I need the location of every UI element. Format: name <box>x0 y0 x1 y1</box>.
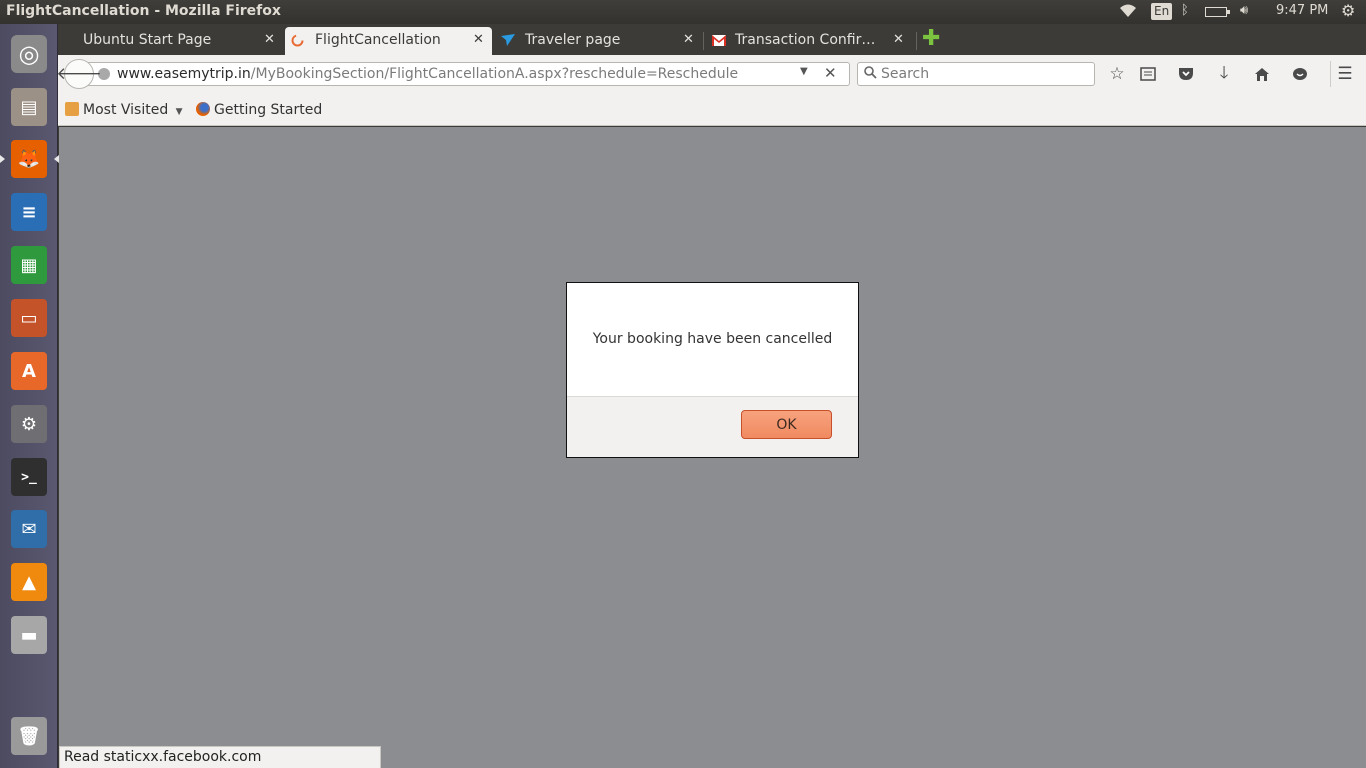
volume-icon[interactable]: 🔊︎ <box>1240 3 1248 18</box>
bluetooth-icon[interactable]: ᛒ <box>1181 3 1189 18</box>
launcher-dash-home-button[interactable]: ◎ <box>5 30 53 78</box>
search-icon <box>864 66 877 83</box>
search-input[interactable] <box>881 64 1086 84</box>
thunderbird-icon: ✉ <box>11 510 47 548</box>
launcher: ◎ ▤ 🦊 ≡ ▦ ▭ A ⚙ >_ ✉ ▲ ▬ 🗑 <box>0 24 59 768</box>
window-title: FlightCancellation - Mozilla Firefox <box>6 3 281 19</box>
firefox-icon <box>196 102 210 116</box>
url-history-dropdown-icon[interactable]: ▼ <box>800 66 808 77</box>
top-panel: FlightCancellation - Mozilla Firefox En … <box>0 0 1366 24</box>
ok-button[interactable]: OK <box>741 410 832 439</box>
tab-separator <box>703 32 704 50</box>
alert-dialog: Your booking have been cancelled OK <box>566 282 859 458</box>
close-icon[interactable]: ✕ <box>264 32 275 47</box>
terminal-icon: >_ <box>11 458 47 496</box>
tab-separator <box>916 32 917 50</box>
home-icon[interactable] <box>1252 64 1272 84</box>
hello-chat-icon[interactable] <box>1290 64 1310 84</box>
settings-gear-icon[interactable]: ⚙ <box>1341 1 1355 20</box>
menu-hamburger-icon[interactable]: ☰ <box>1335 64 1355 84</box>
launcher-vlc-button[interactable]: ▲ <box>5 558 53 606</box>
launcher-libreoffice-writer-button[interactable]: ≡ <box>5 188 53 236</box>
close-icon[interactable]: ✕ <box>473 32 484 47</box>
keyboard-layout-indicator[interactable]: En <box>1151 3 1173 20</box>
url-bar[interactable]: www.easemytrip.in/MyBookingSection/Fligh… <box>88 62 850 86</box>
launcher-firefox-button[interactable]: 🦊 <box>0 135 59 183</box>
dialog-footer: OK <box>567 396 858 457</box>
bookmark-label: Getting Started <box>214 102 323 118</box>
downloads-icon[interactable]: 🡓 <box>1214 63 1234 84</box>
launcher-files-button[interactable]: ▤ <box>5 83 53 131</box>
bookmark-getting-started[interactable]: Getting Started <box>196 102 322 118</box>
bookmark-most-visited[interactable]: Most Visited ▼ <box>65 102 183 118</box>
software-center-icon: A <box>11 352 47 390</box>
search-bar[interactable] <box>857 62 1095 86</box>
launcher-trash-button[interactable]: 🗑 <box>5 712 53 760</box>
libreoffice-impress-icon: ▭ <box>11 299 47 337</box>
tab-label: FlightCancellation <box>315 32 441 48</box>
firefox-icon: 🦊 <box>11 140 47 178</box>
reading-list-icon[interactable] <box>1138 64 1158 84</box>
new-tab-plus-icon[interactable]: ✚ <box>922 28 940 50</box>
dialog-message: Your booking have been cancelled <box>592 331 833 347</box>
stop-icon[interactable]: ✕ <box>824 64 837 82</box>
tab-flightcancellation[interactable]: FlightCancellation ✕ <box>285 27 492 55</box>
back-button[interactable]: 🡐 <box>56 59 102 89</box>
navigation-bar: www.easemytrip.in/MyBookingSection/Fligh… <box>56 55 1366 93</box>
bookmarks-toolbar: Most Visited ▼ Getting Started <box>58 93 1366 126</box>
libreoffice-calc-icon: ▦ <box>11 246 47 284</box>
battery-icon[interactable] <box>1205 7 1230 17</box>
tab-label: Transaction Confir… <box>735 32 876 48</box>
pocket-icon[interactable] <box>1176 64 1196 84</box>
tab-bar: Ubuntu Start Page ✕ FlightCancellation ✕… <box>58 24 1366 55</box>
bookmark-label: Most Visited <box>83 102 169 118</box>
tab-label: Ubuntu Start Page <box>83 32 212 48</box>
page-content: Your booking have been cancelled OK <box>59 127 1366 768</box>
launcher-thunderbird-button[interactable]: ✉ <box>5 505 53 553</box>
tab-transaction-confirmation[interactable]: Transaction Confir… ✕ <box>706 27 916 55</box>
trash-icon: 🗑 <box>11 717 47 755</box>
url-path: /MyBookingSection/FlightCancellationA.as… <box>250 66 739 82</box>
dash-home-icon: ◎ <box>11 35 47 73</box>
easemytrip-favicon-icon <box>501 34 515 47</box>
status-bar: Read staticxx.facebook.com <box>59 746 381 768</box>
launcher-terminal-button[interactable]: >_ <box>5 453 53 501</box>
vlc-icon: ▲ <box>11 563 47 601</box>
loading-spinner-icon <box>291 34 304 47</box>
system-settings-icon: ⚙ <box>11 405 47 443</box>
url-text[interactable]: www.easemytrip.in/MyBookingSection/Fligh… <box>117 66 738 82</box>
toolbar-separator <box>1330 61 1331 87</box>
clock[interactable]: 9:47 PM <box>1276 3 1328 18</box>
launcher-software-center-button[interactable]: A <box>5 347 53 395</box>
back-arrow-icon: 🡐 <box>56 64 102 84</box>
files-icon: ▤ <box>11 88 47 126</box>
launcher-libreoffice-calc-button[interactable]: ▦ <box>5 241 53 289</box>
libreoffice-writer-icon: ≡ <box>11 193 47 231</box>
folder-icon <box>65 102 79 116</box>
close-icon[interactable]: ✕ <box>893 32 904 47</box>
tab-traveler-page[interactable]: Traveler page ✕ <box>495 27 701 55</box>
bookmark-star-icon[interactable]: ☆ <box>1107 64 1127 84</box>
launcher-system-settings-button[interactable]: ⚙ <box>5 400 53 448</box>
gmail-favicon-icon <box>712 34 726 47</box>
tab-label: Traveler page <box>525 32 621 48</box>
tab-ubuntu-start-page[interactable]: Ubuntu Start Page ✕ <box>66 27 282 55</box>
launcher-disk-button[interactable]: ▬ <box>5 611 53 659</box>
disk-icon: ▬ <box>11 616 47 654</box>
chevron-down-icon: ▼ <box>175 107 183 117</box>
close-icon[interactable]: ✕ <box>683 32 694 47</box>
launcher-libreoffice-impress-button[interactable]: ▭ <box>5 294 53 342</box>
wifi-icon[interactable] <box>1119 3 1137 23</box>
url-domain: www.easemytrip.in <box>117 66 251 82</box>
